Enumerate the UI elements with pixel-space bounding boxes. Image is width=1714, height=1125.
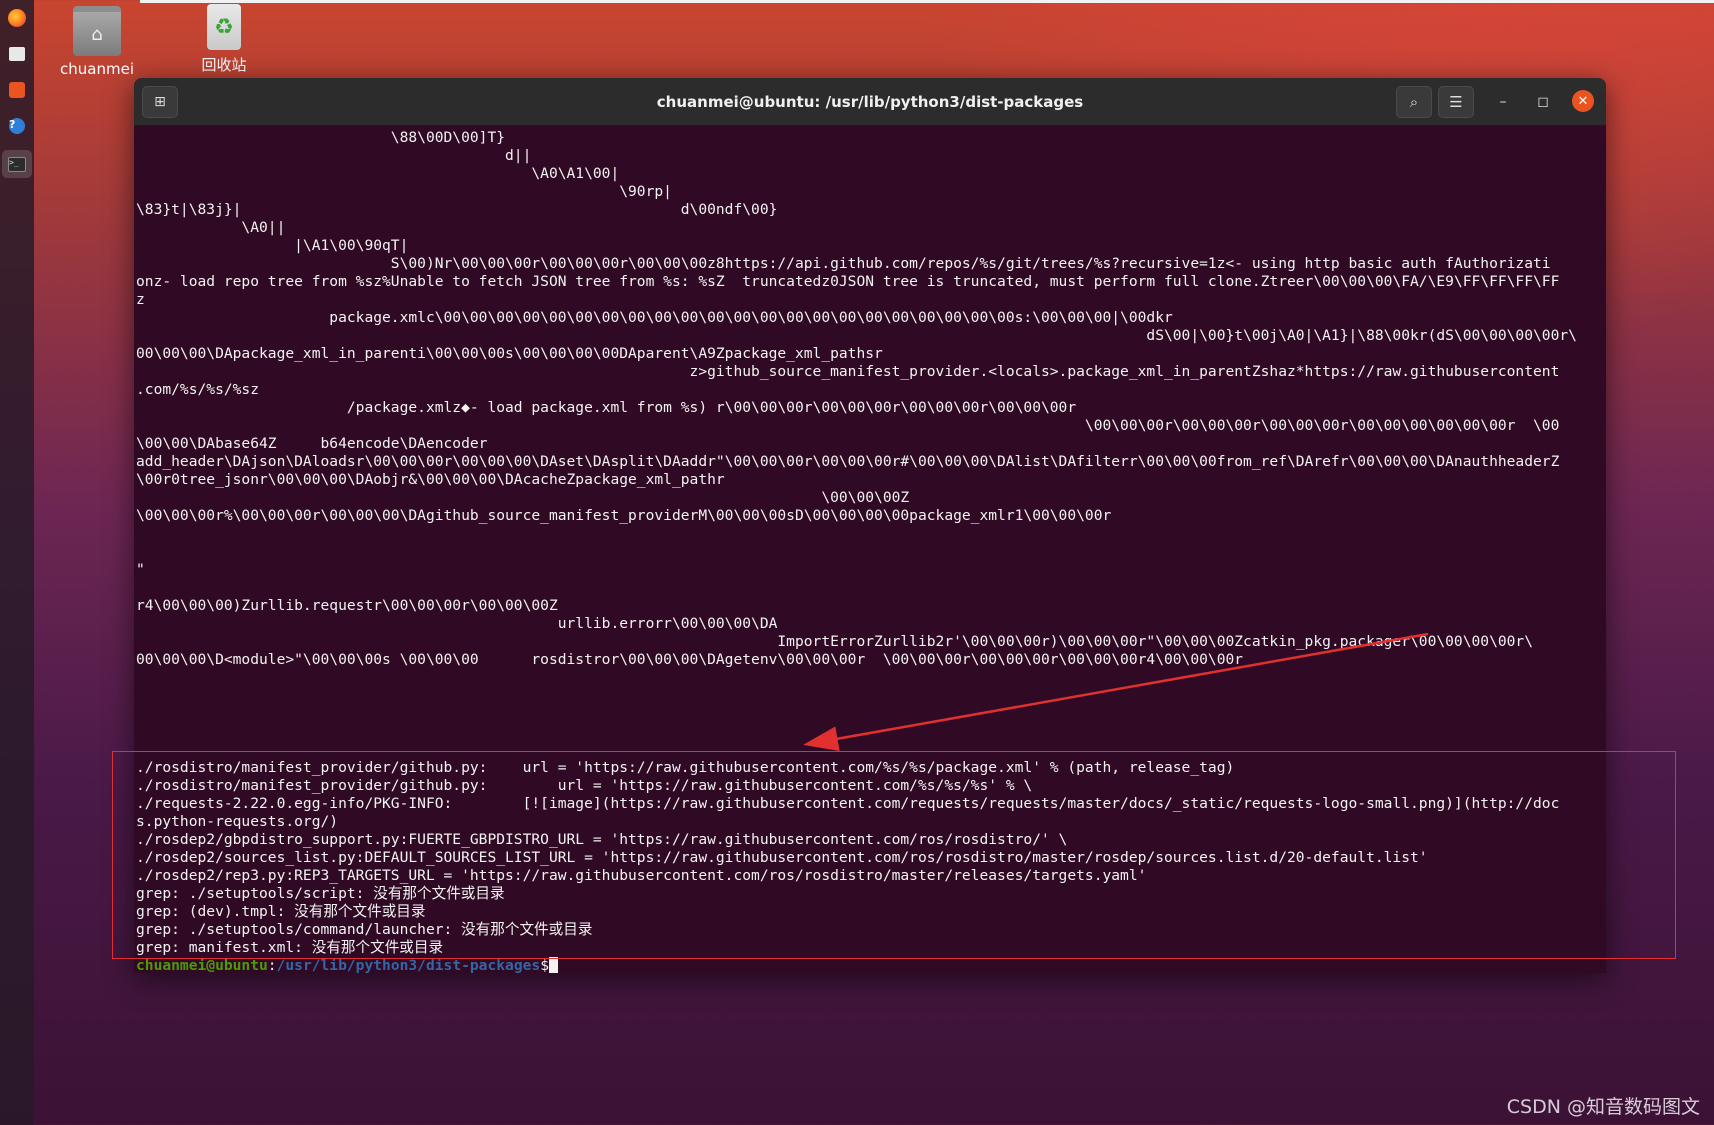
terminal-line: 00\00\00\D<module>"\00\00\00s \00\00\00 … [136,651,1244,668]
terminal-line: /package.xmlz◆- load package.xml from %s… [136,399,1077,416]
home-folder-icon: ⌂ [73,6,121,56]
terminal-line: r4\00\00\00)Zurllib.requestr\00\00\00r\0… [136,597,558,614]
terminal-line: \00\00\00r%\00\00\00r\00\00\00\DAgithub_… [136,507,1112,524]
minimize-button[interactable]: – [1491,90,1515,114]
trash-icon: ♻ [207,4,241,50]
annotation-highlight-box [112,751,1676,959]
dock: ? >_ [0,0,34,1125]
terminal-line: \00\00\00r\00\00\00r\00\00\00r\00\00\00\… [136,417,1560,434]
prompt-user: chuanmei@ubuntu [136,957,268,973]
menu-button[interactable]: ☰ [1438,86,1474,118]
terminal-line: add_header\DAjson\DAloadsr\00\00\00r\00\… [136,453,1560,470]
search-button[interactable]: ⌕ [1396,86,1432,118]
software-icon[interactable] [5,78,29,102]
terminal-line: z>github_source_manifest_provider.<local… [136,363,1560,380]
desktop-icon-home[interactable]: ⌂ chuanmei [52,6,142,78]
terminal-line: \00\00\DAbase64Z b64encode\DAencoder [136,435,488,452]
terminal-line: \A0\A1\00| [136,165,620,182]
terminal-line: urllib.errorr\00\00\00\DA [136,615,778,632]
top-panel-strip [140,0,1714,3]
terminal-icon[interactable]: >_ [2,150,32,178]
terminal-line: d|| [136,147,532,164]
desktop-icon-label: chuanmei [60,60,134,78]
terminal-line: |\A1\00\90qT| [136,237,409,254]
terminal-line: S\00)Nr\00\00\00r\00\00\00r\00\00\00z8ht… [136,255,1551,272]
watermark: CSDN @知音数码图文 [1506,1096,1700,1118]
text-cursor [548,957,558,973]
help-icon[interactable]: ? [5,114,29,138]
terminal-line: package.xmlc\00\00\00\00\00\00\00\00\00\… [136,309,1173,326]
desktop-icon-trash[interactable]: ♻ 回收站 [179,4,269,75]
close-button[interactable]: ✕ [1572,90,1594,112]
prompt-path: /usr/lib/python3/dist-packages [276,957,541,973]
terminal-line: " [136,561,145,578]
terminal-line: 00\00\00\DApackage_xml_in_parenti\00\00\… [136,345,883,362]
new-tab-button[interactable]: ⊞ [142,86,178,118]
terminal-prompt[interactable]: chuanmei@ubuntu:/usr/lib/python3/dist-pa… [136,957,1606,973]
maximize-button[interactable]: ◻ [1531,90,1555,114]
terminal-line: \00\00\00Z [136,489,910,506]
firefox-icon[interactable] [5,6,29,30]
terminal-line: \00r0tree_jsonr\00\00\00\DAobjr&\00\00\0… [136,471,725,488]
terminal-line: dS\00|\00}t\00j\A0|\A1}|\88\00kr(dS\00\0… [136,327,1577,344]
terminal-line: .com/%s/%s/%sz [136,381,260,398]
terminal-line: z [136,291,145,308]
terminal-line: onz- load repo tree from %sz%Unable to f… [136,273,1560,290]
terminal-line: ImportErrorZurllib2r'\00\00\00r)\00\00\0… [136,633,1534,650]
window-titlebar[interactable]: ⊞ chuanmei@ubuntu: /usr/lib/python3/dist… [134,78,1606,126]
desktop-icon-label: 回收站 [201,56,247,74]
terminal-line: \83}t|\83j}| d\00ndf\00} [136,201,778,218]
terminal-line: \88\00D\00]T} [136,129,506,146]
files-icon[interactable] [5,42,29,66]
window-title: chuanmei@ubuntu: /usr/lib/python3/dist-p… [656,92,1084,111]
terminal-line: \90rp| [136,183,672,200]
prompt-symbol: $ [540,957,549,973]
terminal-line: \A0|| [136,219,286,236]
